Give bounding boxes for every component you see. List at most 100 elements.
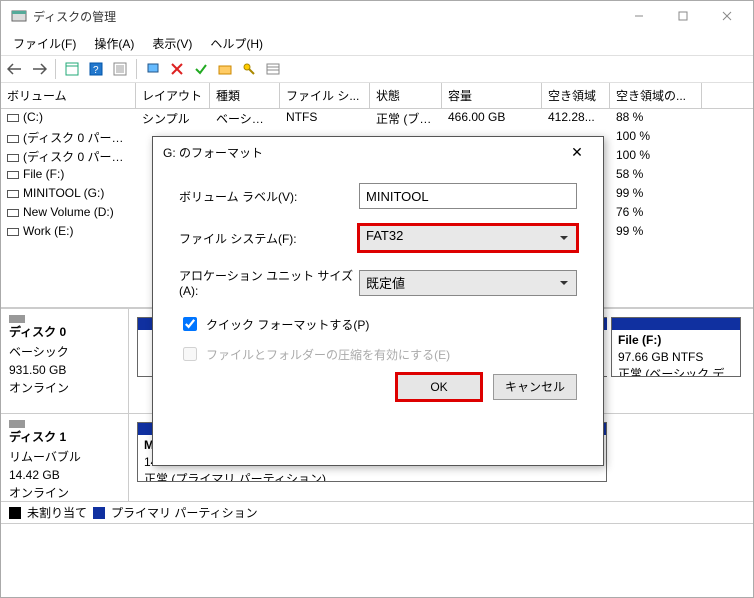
menu-help[interactable]: ヘルプ(H): [202, 33, 271, 54]
quick-format-checkbox[interactable]: クイック フォーマットする(P): [179, 314, 577, 334]
table-row[interactable]: (C:)シンプルベーシックNTFS正常 (ブー...466.00 GB412.2…: [1, 109, 753, 128]
cell: 88 %: [610, 109, 702, 128]
col-status[interactable]: 状態: [370, 83, 442, 108]
volume-icon: [7, 228, 19, 236]
cell: 99 %: [610, 223, 702, 242]
cell: ベーシック: [210, 109, 280, 128]
cell: New Volume (D:): [1, 204, 136, 223]
cell: NTFS: [280, 109, 370, 128]
volume-icon: [7, 114, 19, 122]
volume-icon: [7, 154, 19, 162]
cell: (ディスク 0 パーテ...: [1, 128, 136, 147]
legend-primary-icon: [93, 507, 105, 519]
allocation-label: アロケーション ユニット サイズ(A):: [179, 267, 359, 298]
window-controls: [617, 1, 749, 31]
volume-label-label: ボリューム ラベル(V):: [179, 188, 359, 205]
disk-status: オンライン: [9, 379, 120, 397]
disk-size: 931.50 GB: [9, 361, 120, 379]
cell: 99 %: [610, 185, 702, 204]
quick-format-input[interactable]: [183, 317, 197, 331]
partition-status: 正常 (プライマリ パーティション): [144, 471, 600, 482]
check-icon[interactable]: [191, 59, 211, 79]
maximize-button[interactable]: [661, 1, 705, 31]
filesystem-value: FAT32: [366, 228, 403, 243]
cell: (C:): [1, 109, 136, 128]
compress-label: ファイルとフォルダーの圧縮を有効にする(E): [206, 346, 450, 363]
forward-icon[interactable]: [29, 59, 49, 79]
view-icon[interactable]: [62, 59, 82, 79]
disk-size: 14.42 GB: [9, 466, 120, 484]
cell: 正常 (ブー...: [370, 109, 442, 128]
col-volume[interactable]: ボリューム: [1, 83, 136, 108]
quick-format-label: クイック フォーマットする(P): [206, 316, 369, 333]
filesystem-label: ファイル システム(F):: [179, 230, 359, 247]
legend: 未割り当て プライマリ パーティション: [1, 501, 753, 523]
refresh-icon[interactable]: [143, 59, 163, 79]
toolbar: ?: [1, 55, 753, 83]
cancel-button[interactable]: キャンセル: [493, 374, 577, 400]
allocation-select[interactable]: 既定値: [359, 270, 577, 296]
grid-header: ボリューム レイアウト 種類 ファイル シ... 状態 容量 空き領域 空き領域…: [1, 83, 753, 109]
delete-icon[interactable]: [167, 59, 187, 79]
ok-button[interactable]: OK: [397, 374, 481, 400]
format-dialog: G: のフォーマット ✕ ボリューム ラベル(V): ファイル システム(F):…: [152, 136, 604, 466]
minimize-button[interactable]: [617, 1, 661, 31]
disk-title: ディスク 1: [9, 428, 120, 446]
partition-status: 正常 (ベーシック デ: [618, 366, 734, 377]
help-icon[interactable]: ?: [86, 59, 106, 79]
legend-primary: プライマリ パーティション: [111, 504, 258, 521]
legend-unallocated: 未割り当て: [27, 504, 87, 521]
cell: 76 %: [610, 204, 702, 223]
cell: File (F:): [1, 166, 136, 185]
compress-input: [183, 347, 197, 361]
disk-type: ベーシック: [9, 343, 120, 361]
volume-icon: [7, 190, 19, 198]
cell: Work (E:): [1, 223, 136, 242]
col-filesys[interactable]: ファイル シ...: [280, 83, 370, 108]
disk-status: オンライン: [9, 484, 120, 502]
window-title: ディスクの管理: [33, 8, 116, 25]
volume-icon: [7, 171, 19, 179]
menu-action[interactable]: 操作(A): [86, 33, 142, 54]
legend-unallocated-icon: [9, 507, 21, 519]
compress-checkbox: ファイルとフォルダーの圧縮を有効にする(E): [179, 344, 577, 364]
folder-icon[interactable]: [215, 59, 235, 79]
key-icon[interactable]: [239, 59, 259, 79]
cell: シンプル: [136, 109, 210, 128]
allocation-value: 既定値: [366, 276, 405, 291]
window-titlebar: ディスクの管理: [1, 1, 753, 31]
col-freepct[interactable]: 空き領域の...: [610, 83, 702, 108]
cell: 466.00 GB: [442, 109, 542, 128]
cell: 100 %: [610, 128, 702, 147]
volume-label-input[interactable]: [359, 183, 577, 209]
volume-icon: [7, 135, 19, 143]
cell: MINITOOL (G:): [1, 185, 136, 204]
svg-text:?: ?: [93, 65, 99, 76]
cell: 412.28...: [542, 109, 610, 128]
partition-file-f[interactable]: File (F:) 97.66 GB NTFS 正常 (ベーシック デ: [611, 317, 741, 377]
col-type[interactable]: 種類: [210, 83, 280, 108]
partition-size: 97.66 GB NTFS: [618, 349, 734, 366]
dialog-titlebar: G: のフォーマット ✕: [153, 137, 603, 167]
back-icon[interactable]: [5, 59, 25, 79]
dialog-close-icon[interactable]: ✕: [561, 144, 593, 161]
close-button[interactable]: [705, 1, 749, 31]
disk-info[interactable]: ディスク 1 リムーバブル 14.42 GB オンライン: [1, 414, 129, 501]
dialog-title: G: のフォーマット: [163, 144, 263, 161]
menu-file[interactable]: ファイル(F): [5, 33, 84, 54]
col-free[interactable]: 空き領域: [542, 83, 610, 108]
col-capacity[interactable]: 容量: [442, 83, 542, 108]
menu-view[interactable]: 表示(V): [144, 33, 200, 54]
cell: 58 %: [610, 166, 702, 185]
volume-icon: [7, 209, 19, 217]
disk-type: リムーバブル: [9, 448, 120, 466]
disk-title: ディスク 0: [9, 323, 120, 341]
app-icon: [11, 8, 27, 24]
menubar: ファイル(F) 操作(A) 表示(V) ヘルプ(H): [1, 31, 753, 55]
settings-icon[interactable]: [110, 59, 130, 79]
list-icon[interactable]: [263, 59, 283, 79]
cell: 100 %: [610, 147, 702, 166]
disk-info[interactable]: ディスク 0 ベーシック 931.50 GB オンライン: [1, 309, 129, 413]
filesystem-select[interactable]: FAT32: [359, 225, 577, 251]
col-layout[interactable]: レイアウト: [136, 83, 210, 108]
